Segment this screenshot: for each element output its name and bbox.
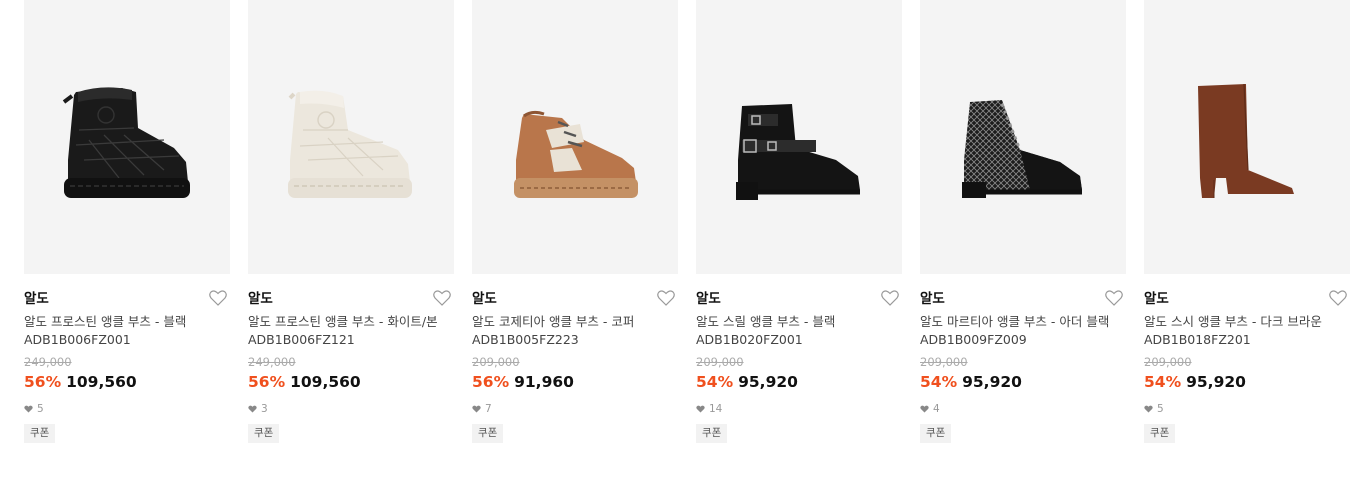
- tweed-lace-up-boot: [962, 100, 1082, 198]
- product-image[interactable]: [24, 0, 230, 274]
- heart-filled-icon: [472, 405, 481, 413]
- like-count: 7: [472, 402, 678, 416]
- product-sku: ADB1B006FZ001: [24, 332, 131, 347]
- coupon-badge: 쿠폰: [920, 424, 952, 443]
- product-card[interactable]: 알도 알도 스시 앵클 부츠 - 다크 브라운 ADB1B018FZ201 20…: [1144, 0, 1350, 443]
- brand-label: 알도: [696, 291, 721, 307]
- original-price: 209,000: [472, 355, 520, 369]
- sale-price: 91,960: [514, 373, 574, 391]
- like-count: 14: [696, 402, 902, 416]
- like-count-value: 4: [933, 403, 940, 415]
- like-count: 5: [1144, 402, 1350, 416]
- like-count-value: 5: [1157, 403, 1164, 415]
- product-card[interactable]: 알도 알도 스릴 앵클 부츠 - 블랙 ADB1B020FZ001 209,00…: [696, 0, 902, 443]
- sale-price: 95,920: [962, 373, 1022, 391]
- product-sku: ADB1B009FZ009: [920, 332, 1027, 347]
- product-sku: ADB1B006FZ121: [248, 332, 355, 347]
- like-count-value: 14: [709, 403, 723, 415]
- brand-label: 알도: [24, 291, 49, 307]
- heart-filled-icon: [696, 405, 705, 413]
- product-card[interactable]: 알도 알도 프로스틴 앵클 부츠 - 블랙 ADB1B006FZ001 249,…: [24, 0, 230, 443]
- wishlist-heart-icon[interactable]: [1328, 288, 1348, 308]
- sale-price: 109,560: [290, 373, 361, 391]
- coupon-badge: 쿠폰: [696, 424, 728, 443]
- heart-filled-icon: [248, 405, 257, 413]
- heart-filled-icon: [1144, 405, 1153, 413]
- product-image[interactable]: [248, 0, 454, 274]
- discount-rate: 56%: [24, 373, 62, 391]
- product-card[interactable]: 알도 알도 마르티아 앵클 부츠 - 아더 블랙 ADB1B009FZ009 2…: [920, 0, 1126, 443]
- discount-rate: 54%: [1144, 373, 1182, 391]
- coupon-badge: 쿠폰: [1144, 424, 1176, 443]
- sale-price: 95,920: [738, 373, 798, 391]
- copper-hiking-boot: [514, 110, 638, 198]
- brand-label: 알도: [472, 291, 497, 307]
- sale-price: 109,560: [66, 373, 137, 391]
- coupon-badge: 쿠폰: [248, 424, 280, 443]
- product-name[interactable]: 알도 스릴 앵클 부츠 - 블랙: [696, 313, 902, 331]
- brand-label: 알도: [920, 291, 945, 307]
- wishlist-heart-icon[interactable]: [208, 288, 228, 308]
- product-image[interactable]: [920, 0, 1126, 274]
- product-image[interactable]: [696, 0, 902, 274]
- like-count-value: 5: [37, 403, 44, 415]
- coupon-badge: 쿠폰: [472, 424, 504, 443]
- wishlist-heart-icon[interactable]: [1104, 288, 1124, 308]
- heart-filled-icon: [24, 405, 33, 413]
- wishlist-heart-icon[interactable]: [656, 288, 676, 308]
- product-card[interactable]: 알도 알도 프로스틴 앵클 부츠 - 화이트/본 ADB1B006FZ121 2…: [248, 0, 454, 443]
- like-count: 5: [24, 402, 230, 416]
- like-count: 4: [920, 402, 1126, 416]
- discount-rate: 56%: [248, 373, 286, 391]
- product-sku: ADB1B018FZ201: [1144, 332, 1251, 347]
- original-price: 209,000: [1144, 355, 1192, 369]
- product-sku: ADB1B020FZ001: [696, 332, 803, 347]
- coupon-badge: 쿠폰: [24, 424, 56, 443]
- wishlist-heart-icon[interactable]: [432, 288, 452, 308]
- like-count-value: 3: [261, 403, 268, 415]
- product-image[interactable]: [472, 0, 678, 274]
- discount-rate: 54%: [696, 373, 734, 391]
- product-name[interactable]: 알도 스시 앵클 부츠 - 다크 브라운: [1144, 313, 1350, 331]
- original-price: 209,000: [696, 355, 744, 369]
- like-count: 3: [248, 402, 454, 416]
- product-image[interactable]: [1144, 0, 1350, 274]
- product-grid: 알도 알도 프로스틴 앵클 부츠 - 블랙 ADB1B006FZ001 249,…: [24, 0, 1350, 443]
- product-name[interactable]: 알도 프로스틴 앵클 부츠 - 블랙: [24, 313, 230, 331]
- black-buckle-moto-boot: [736, 104, 860, 200]
- brand-label: 알도: [248, 291, 273, 307]
- brand-label: 알도: [1144, 291, 1169, 307]
- product-card[interactable]: 알도 알도 코제티아 앵클 부츠 - 코퍼 ADB1B005FZ223 209,…: [472, 0, 678, 443]
- original-price: 249,000: [24, 355, 72, 369]
- white-quilted-snow-boot: [288, 90, 412, 198]
- like-count-value: 7: [485, 403, 492, 415]
- discount-rate: 54%: [920, 373, 958, 391]
- discount-rate: 56%: [472, 373, 510, 391]
- wishlist-heart-icon[interactable]: [880, 288, 900, 308]
- product-sku: ADB1B005FZ223: [472, 332, 579, 347]
- heart-filled-icon: [920, 405, 929, 413]
- brown-suede-heel-boot: [1198, 83, 1294, 198]
- sale-price: 95,920: [1186, 373, 1246, 391]
- black-quilted-snow-boot: [62, 87, 190, 198]
- original-price: 249,000: [248, 355, 296, 369]
- product-name[interactable]: 알도 프로스틴 앵클 부츠 - 화이트/본: [248, 313, 454, 331]
- original-price: 209,000: [920, 355, 968, 369]
- product-name[interactable]: 알도 코제티아 앵클 부츠 - 코퍼: [472, 313, 678, 331]
- product-name[interactable]: 알도 마르티아 앵클 부츠 - 아더 블랙: [920, 313, 1126, 331]
